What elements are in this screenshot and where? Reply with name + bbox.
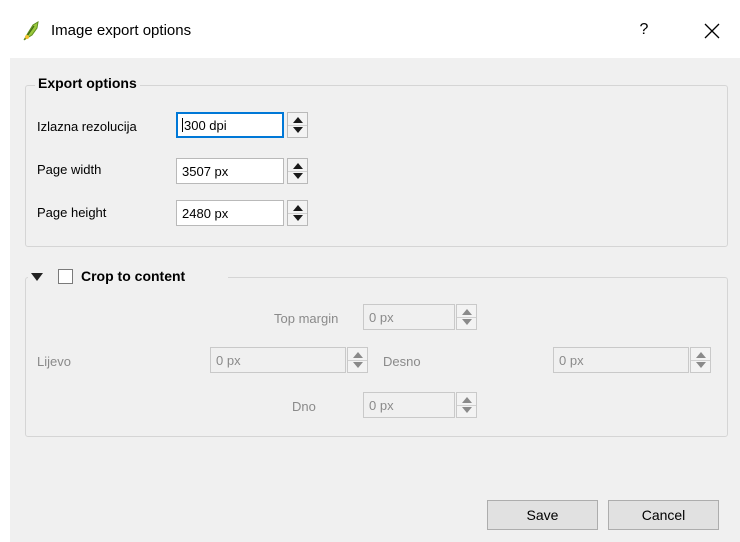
- top-margin-value: 0 px: [369, 310, 394, 325]
- bottom-margin-value: 0 px: [369, 398, 394, 413]
- arrow-up-icon[interactable]: [293, 117, 303, 123]
- arrow-up-icon[interactable]: [462, 309, 472, 315]
- dialog-body: Export options Izlazna rezolucija 300 dp…: [10, 58, 740, 542]
- right-margin-spinbox[interactable]: 0 px: [553, 347, 689, 373]
- top-margin-label: Top margin: [274, 311, 339, 326]
- arrow-down-icon[interactable]: [462, 319, 472, 325]
- page-width-label: Page width: [37, 162, 102, 177]
- resolution-value: 300 dpi: [184, 118, 227, 133]
- qgis-icon: [23, 21, 39, 41]
- bottom-margin-label: Dno: [292, 399, 316, 414]
- arrow-down-icon[interactable]: [293, 215, 303, 221]
- page-height-label: Page height: [37, 205, 107, 220]
- text-cursor: [182, 118, 183, 132]
- top-margin-stepper[interactable]: [456, 304, 477, 330]
- arrow-up-icon[interactable]: [696, 352, 706, 358]
- title-bar: Image export options ?: [0, 0, 740, 58]
- page-height-value: 2480 px: [182, 206, 229, 221]
- resolution-stepper[interactable]: [287, 112, 308, 138]
- page-width-spinbox[interactable]: 3507 px: [176, 158, 284, 184]
- bottom-margin-stepper[interactable]: [456, 392, 477, 418]
- collapse-arrow-icon[interactable]: [31, 273, 43, 281]
- help-button[interactable]: ?: [632, 18, 656, 42]
- arrow-up-icon[interactable]: [353, 352, 363, 358]
- page-height-spinbox[interactable]: 2480 px: [176, 200, 284, 226]
- export-options-title: Export options: [35, 75, 140, 91]
- window-title: Image export options: [51, 22, 192, 39]
- right-margin-label: Desno: [383, 354, 421, 369]
- save-button[interactable]: Save: [487, 500, 598, 530]
- resolution-label: Izlazna rezolucija: [37, 119, 137, 134]
- crop-checkbox[interactable]: [58, 269, 73, 284]
- arrow-down-icon[interactable]: [696, 362, 706, 368]
- crop-group-title: Crop to content: [81, 268, 186, 284]
- crop-group-header[interactable]: Crop to content: [28, 266, 228, 288]
- close-icon[interactable]: [697, 16, 727, 46]
- arrow-down-icon[interactable]: [353, 362, 363, 368]
- cancel-button[interactable]: Cancel: [608, 500, 719, 530]
- export-options-group: [25, 85, 728, 247]
- page-height-stepper[interactable]: [287, 200, 308, 226]
- page-width-value: 3507 px: [182, 164, 229, 179]
- resolution-spinbox[interactable]: 300 dpi: [176, 112, 284, 138]
- left-margin-stepper[interactable]: [347, 347, 368, 373]
- right-margin-stepper[interactable]: [690, 347, 711, 373]
- arrow-up-icon[interactable]: [462, 397, 472, 403]
- bottom-margin-spinbox[interactable]: 0 px: [363, 392, 455, 418]
- top-margin-spinbox[interactable]: 0 px: [363, 304, 455, 330]
- arrow-down-icon[interactable]: [462, 407, 472, 413]
- right-margin-value: 0 px: [559, 353, 584, 368]
- left-margin-value: 0 px: [216, 353, 241, 368]
- left-margin-spinbox[interactable]: 0 px: [210, 347, 346, 373]
- left-margin-label: Lijevo: [37, 354, 71, 369]
- page-width-stepper[interactable]: [287, 158, 308, 184]
- arrow-up-icon[interactable]: [293, 163, 303, 169]
- arrow-down-icon[interactable]: [293, 173, 303, 179]
- arrow-down-icon[interactable]: [293, 127, 303, 133]
- arrow-up-icon[interactable]: [293, 205, 303, 211]
